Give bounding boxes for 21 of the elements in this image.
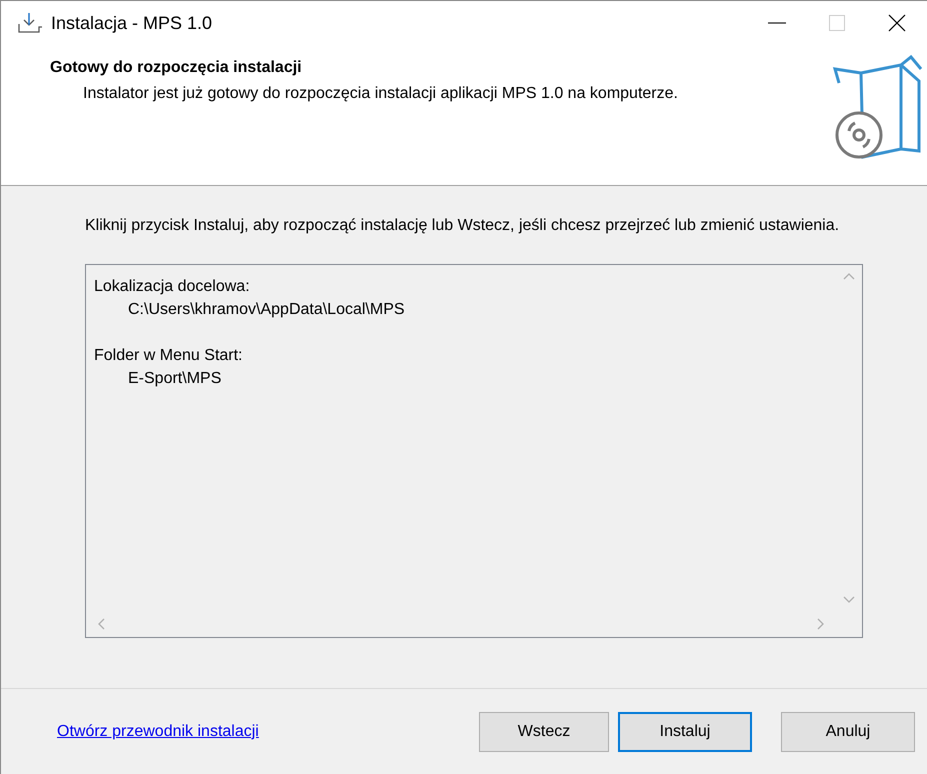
window-title: Instalacja - MPS 1.0	[51, 12, 214, 34]
maximize-icon	[829, 15, 845, 31]
scroll-left-icon[interactable]	[98, 618, 105, 630]
instruction-text: Kliknij przycisk Instaluj, aby rozpocząć instalację lub Wstecz, jeśli chcesz przejrzeć lub zmienić ustawienia.	[85, 216, 840, 236]
download-icon	[17, 11, 43, 35]
close-icon	[888, 14, 906, 32]
scroll-down-icon[interactable]	[843, 596, 855, 603]
scroll-up-icon[interactable]	[843, 273, 855, 280]
help-link[interactable]: Otwórz przewodnik instalacji	[57, 722, 470, 740]
scroll-right-icon[interactable]	[817, 618, 824, 630]
dialog-button[interactable]: Instaluj	[618, 712, 752, 752]
dialog-button[interactable]: Wstecz	[479, 712, 609, 752]
summary-label: Lokalizacja docelowa:	[94, 277, 251, 297]
box-disc-icon	[831, 53, 923, 159]
summary-value: E-Sport\MPS	[127, 369, 222, 389]
dialog-button[interactable]: Anuluj	[781, 712, 915, 752]
summary-label: Folder w Menu Start:	[94, 346, 244, 366]
minimize-icon	[768, 22, 786, 24]
page-heading: Gotowy do rozpoczęcia instalacji	[50, 59, 303, 77]
page-subtitle: Instalator jest już gotowy do rozpoczęcia instalacji aplikacji MPS 1.0 na komputerze.	[82, 84, 679, 104]
summary-value: C:\Users\khramov\AppData\Local\MPS	[127, 300, 406, 320]
